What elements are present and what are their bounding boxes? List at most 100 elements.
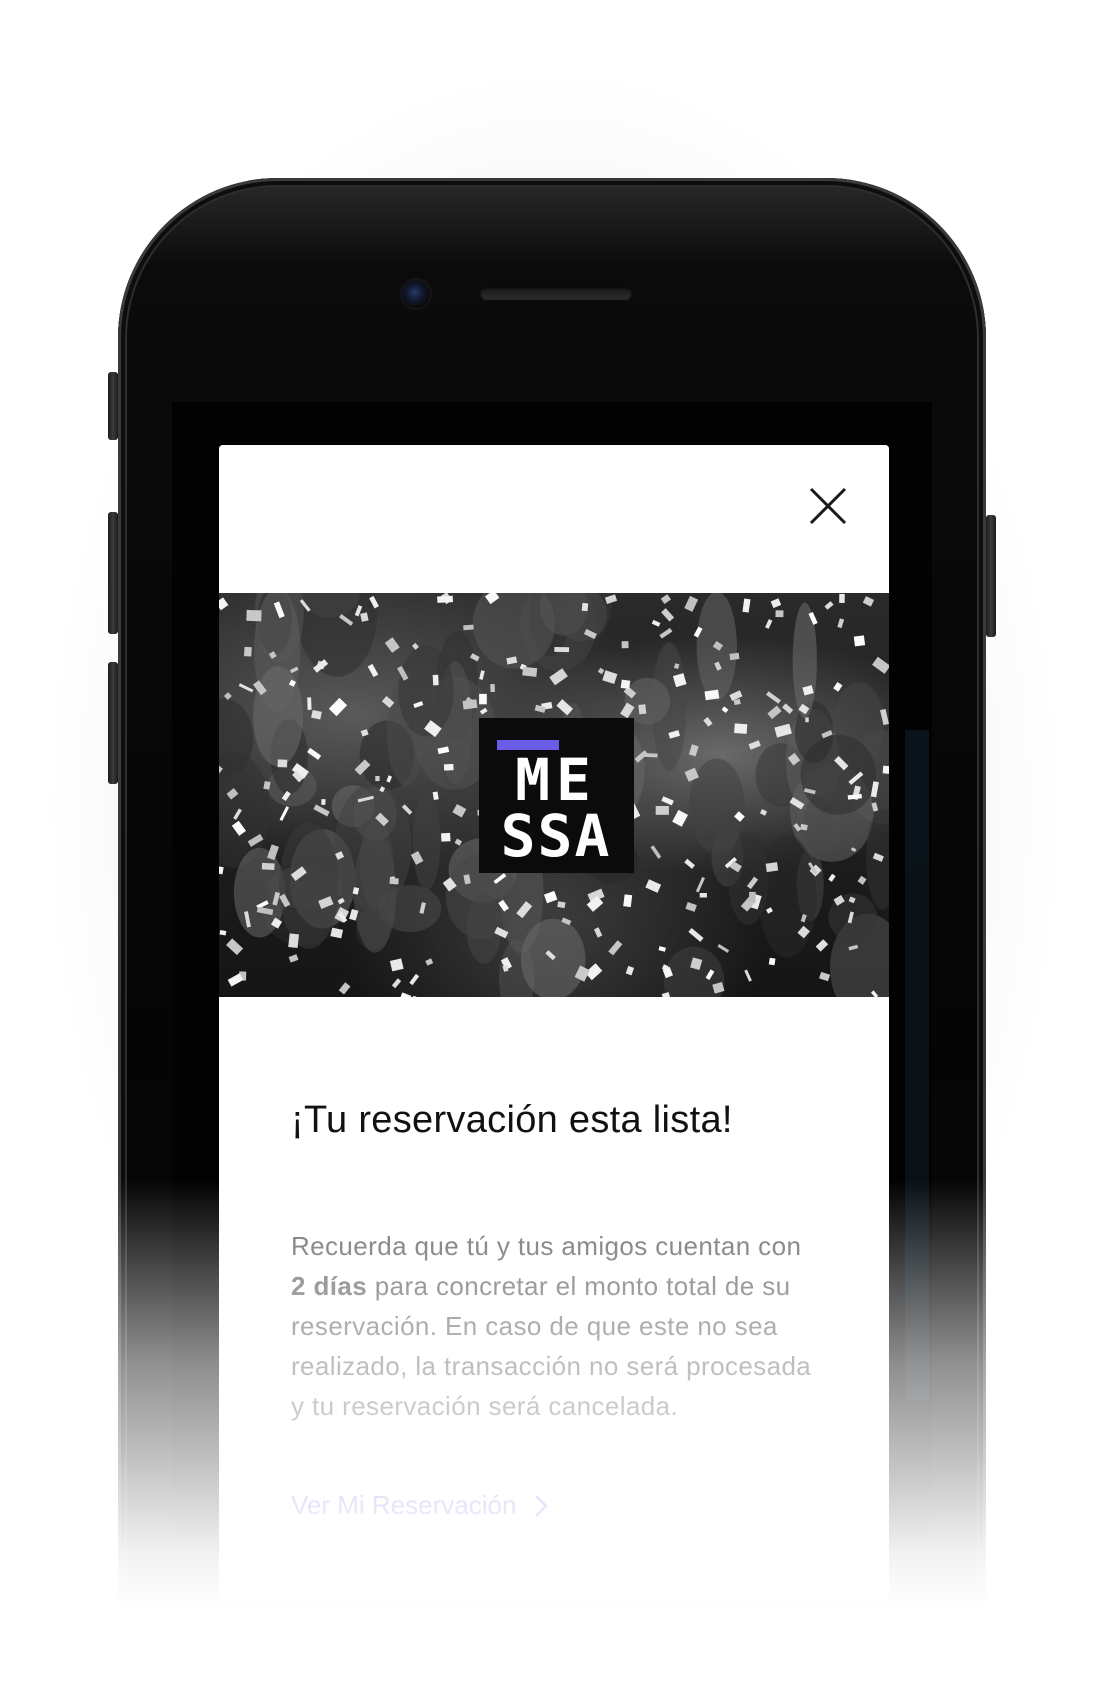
- confetti-piece: [219, 597, 229, 611]
- confetti-piece: [703, 717, 713, 727]
- crowd-shape: [279, 822, 339, 949]
- crowd-shape: [398, 645, 454, 737]
- confetti-piece: [862, 596, 875, 607]
- power-button: [986, 515, 996, 637]
- confetti-piece: [857, 875, 867, 885]
- confetti-piece: [766, 691, 781, 704]
- confetti-piece: [651, 619, 661, 627]
- modal-header: [219, 445, 889, 593]
- confetti-piece: [602, 670, 618, 685]
- confetti-piece: [659, 627, 673, 639]
- confetti-piece: [744, 969, 752, 982]
- chevron-right-icon: [535, 1494, 549, 1517]
- confetti-piece: [389, 958, 404, 972]
- confetti-piece: [688, 928, 704, 942]
- confetti-piece: [688, 744, 699, 757]
- confetti-piece: [684, 595, 699, 612]
- earpiece-speaker: [480, 287, 632, 300]
- confetti-piece: [398, 992, 412, 997]
- confetti-piece: [685, 902, 697, 912]
- confetti-piece: [672, 809, 688, 827]
- confetti-piece: [775, 610, 784, 618]
- close-button[interactable]: [805, 483, 851, 529]
- confetti-piece: [490, 684, 495, 693]
- crowd-shape: [758, 835, 817, 958]
- confetti-piece: [389, 877, 399, 885]
- confetti-piece: [661, 608, 675, 622]
- confetti-piece: [437, 595, 453, 603]
- reservation-message: Recuerda que tú y tus amigos cuentan con…: [291, 1226, 817, 1426]
- confetti-piece: [391, 978, 402, 989]
- volume-up-button: [108, 512, 118, 634]
- confetti-piece: [704, 689, 720, 701]
- confetti-piece: [328, 697, 348, 717]
- modal-content: ¡Tu reservación esta lista! Recuerda que…: [219, 997, 889, 1521]
- confetti-piece: [543, 890, 558, 904]
- confetti-piece: [729, 652, 740, 661]
- confetti-piece: [661, 796, 674, 806]
- confetti-piece: [645, 879, 662, 893]
- confetti-piece: [658, 946, 666, 952]
- confetti-piece: [837, 618, 845, 629]
- confetti-piece: [872, 656, 889, 674]
- confetti-piece: [261, 862, 275, 871]
- confetti-piece: [638, 704, 647, 715]
- view-reservation-label: Ver Mi Reservación: [291, 1490, 517, 1520]
- volume-down-button: [108, 662, 118, 784]
- confetti-piece: [522, 666, 538, 677]
- confetti-piece: [338, 982, 351, 995]
- confetti-piece: [882, 765, 889, 775]
- crowd-shape: [412, 793, 441, 891]
- crowd-shape: [253, 666, 304, 767]
- confetti-piece: [768, 957, 776, 966]
- event-hero-image: ME SSA: [219, 593, 889, 997]
- confetti-piece: [311, 709, 322, 720]
- confetti-piece: [620, 679, 631, 690]
- confetti-piece: [749, 891, 756, 902]
- confetti-piece: [729, 690, 743, 702]
- confetti-piece: [375, 776, 380, 782]
- confetti-piece: [824, 601, 834, 610]
- confetti-piece: [765, 862, 779, 873]
- confetti-piece: [695, 876, 705, 893]
- confetti-piece: [748, 740, 761, 750]
- confetti-piece: [226, 938, 244, 956]
- view-reservation-link[interactable]: Ver Mi Reservación: [291, 1490, 549, 1521]
- confetti-piece: [463, 624, 474, 631]
- confetti-piece: [819, 971, 831, 982]
- confetti-piece: [277, 759, 288, 768]
- confetti-piece: [443, 763, 454, 771]
- confetti-piece: [425, 958, 434, 966]
- confetti-piece: [765, 619, 773, 629]
- confetti-piece: [742, 598, 751, 613]
- confetti-piece: [767, 705, 782, 720]
- confetti-piece: [581, 602, 589, 612]
- close-icon: [809, 487, 847, 525]
- confetti-piece: [717, 944, 730, 953]
- confetti-piece: [432, 674, 439, 686]
- modal-title: ¡Tu reservación esta lista!: [291, 1099, 733, 1141]
- message-text-start: Recuerda que tú y tus amigos cuentan con: [291, 1231, 802, 1261]
- confetti-piece: [800, 823, 808, 831]
- confetti-piece: [279, 806, 290, 822]
- confetti-piece: [288, 954, 299, 963]
- confetti-piece: [625, 965, 635, 976]
- confetti-piece: [479, 670, 485, 680]
- confetti-piece: [384, 637, 400, 653]
- confetti-piece: [623, 894, 633, 908]
- confetti-piece: [734, 723, 748, 734]
- confetti-piece: [557, 901, 566, 909]
- confetti-piece: [805, 717, 809, 723]
- confetti-piece: [833, 681, 843, 692]
- payment-deadline: 2 días: [291, 1271, 368, 1301]
- confetti-piece: [549, 668, 568, 686]
- confetti-piece: [828, 873, 836, 882]
- confetti-piece: [853, 635, 866, 647]
- confetti-piece: [759, 809, 768, 816]
- confetti-piece: [462, 699, 478, 710]
- logo-text-bottom: SSA: [501, 802, 612, 870]
- confetti-piece: [655, 806, 669, 815]
- confetti-piece: [288, 933, 299, 949]
- confetti-piece: [432, 791, 439, 800]
- confetti-piece: [409, 973, 420, 986]
